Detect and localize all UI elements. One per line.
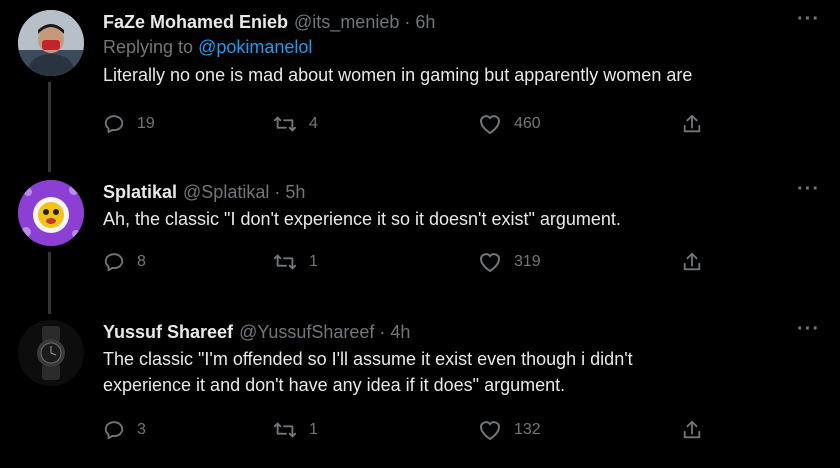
retweet-icon [273,251,297,273]
share-icon [681,251,703,273]
share-button[interactable] [681,419,703,441]
share-button[interactable] [681,251,703,273]
more-options-icon[interactable]: ··· [797,178,820,201]
separator: · [379,322,386,342]
user-handle[interactable]: @YussufShareef [239,320,374,344]
separator: · [404,12,411,32]
display-name[interactable]: Yussuf Shareef [103,320,233,344]
tweet[interactable]: FaZe Mohamed Enieb @its_menieb · 6h ··· … [0,0,840,168]
share-icon [681,113,703,135]
reply-button[interactable]: 3 [103,419,146,441]
reply-icon [103,113,125,135]
timestamp[interactable]: 6h [415,10,435,34]
replying-prefix: Replying to [103,37,194,57]
tweet[interactable]: Splatikal @Splatikal · 5h ··· Ah, the cl… [0,170,840,310]
tweet[interactable]: Yussuf Shareef @YussufShareef · 4h ··· T… [0,310,840,468]
retweet-button[interactable]: 1 [273,419,318,441]
conversation-thread: FaZe Mohamed Enieb @its_menieb · 6h ··· … [0,0,840,468]
user-handle[interactable]: @Splatikal [183,180,269,204]
like-count: 460 [514,115,541,132]
timestamp[interactable]: 4h [390,320,410,344]
tweet-text: Literally no one is mad about women in g… [103,65,693,85]
like-button[interactable]: 319 [478,251,541,273]
share-button[interactable] [681,113,703,135]
retweet-count: 4 [309,115,318,132]
tweet-text: Ah, the classic "I don't experience it s… [103,209,621,229]
avatar[interactable] [18,180,84,246]
display-name[interactable]: FaZe Mohamed Enieb [103,10,288,34]
tweet-text-line: The classic "I'm offended so I'll assume… [103,349,633,369]
like-icon [478,251,502,273]
tweet-text: The classic "I'm offended so I'll assume… [103,346,820,398]
reply-count: 8 [137,253,146,270]
retweet-count: 1 [309,253,318,270]
like-count: 132 [514,421,541,438]
like-button[interactable]: 132 [478,419,541,441]
tweet-text-line: experience it and don't have any idea if… [103,375,566,395]
reply-button[interactable]: 8 [103,251,146,273]
user-handle[interactable]: @its_menieb [294,10,399,34]
like-count: 319 [514,253,541,270]
retweet-icon [273,419,297,441]
retweet-icon [273,113,297,135]
mention-link[interactable]: @pokimanelol [198,37,312,57]
reply-count: 3 [137,421,146,438]
reply-count: 19 [137,115,155,132]
avatar[interactable] [18,10,84,76]
reply-icon [103,251,125,273]
retweet-button[interactable]: 4 [273,113,318,135]
avatar[interactable] [18,320,84,386]
separator: · [274,182,281,202]
display-name[interactable]: Splatikal [103,180,177,204]
replying-to: Replying to @pokimanelol [103,34,820,60]
like-icon [478,113,502,135]
more-options-icon[interactable]: ··· [797,8,820,31]
retweet-button[interactable]: 1 [273,251,318,273]
like-button[interactable]: 460 [478,113,541,135]
timestamp[interactable]: 5h [285,180,305,204]
share-icon [681,419,703,441]
like-icon [478,419,502,441]
reply-icon [103,419,125,441]
more-options-icon[interactable]: ··· [797,318,820,341]
retweet-count: 1 [309,421,318,438]
reply-button[interactable]: 19 [103,113,155,135]
